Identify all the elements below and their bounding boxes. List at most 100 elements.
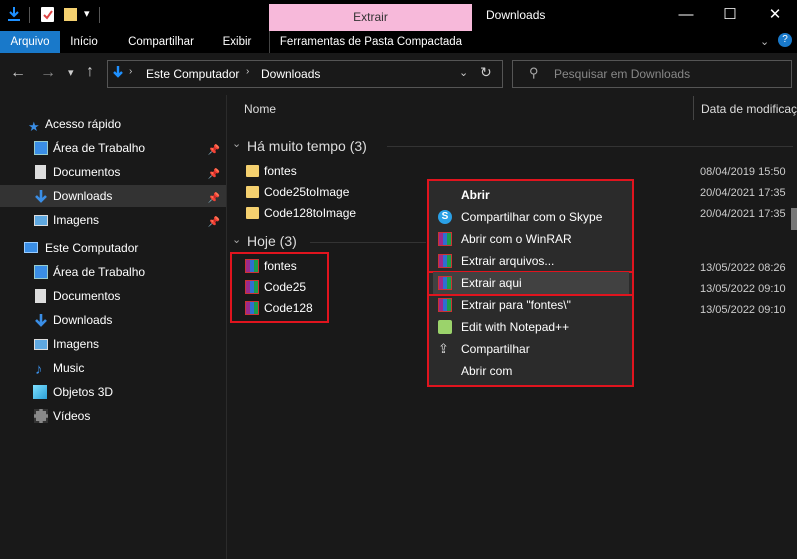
winrar-icon [438,276,452,290]
file-name: Code128 [264,301,313,315]
menu-item-share-skype[interactable]: S Compartilhar com o Skype [433,206,629,228]
file-date: 08/04/2019 15:50 [700,166,786,178]
menu-item-share[interactable]: ⇪ Compartilhar [433,338,629,360]
list-item[interactable]: fontes [245,256,325,277]
list-item[interactable]: Code25toImage [246,182,426,203]
sidebar-item-label: Vídeos [53,409,91,423]
pin-icon[interactable]: 📌 [208,212,220,234]
tab-arquivo[interactable]: Arquivo [0,31,60,53]
sidebar-item-pictures[interactable]: Imagens 📌 [0,209,226,231]
file-date: 13/05/2022 09:10 [700,304,786,316]
column-header-date[interactable]: Data de modificaç [701,102,797,116]
group-header-today[interactable]: Hoje (3) [247,233,297,249]
sidebar-pc-pictures[interactable]: Imagens [0,333,226,355]
folder-icon [246,207,259,219]
scrollbar-thumb[interactable] [791,208,797,230]
refresh-icon[interactable]: ↻ [480,64,492,81]
sidebar-item-desktop[interactable]: Área de Trabalho 📌 [0,137,226,159]
file-date: 20/04/2021 17:35 [700,208,786,220]
sidebar-pc-3d-objects[interactable]: Objetos 3D [0,381,226,403]
column-header-name[interactable]: Nome [244,102,276,116]
quick-access-dropdown-icon[interactable]: ▾ [84,7,90,20]
menu-item-notepad-plus-plus[interactable]: Edit with Notepad++ [433,316,629,338]
sidebar-pc-desktop[interactable]: Área de Trabalho [0,261,226,283]
list-item[interactable]: Code128 [245,298,325,319]
breadcrumb-downloads[interactable]: Downloads [261,67,320,81]
music-icon: ♪ [35,361,43,378]
sidebar-item-label: Documentos [53,289,121,303]
sidebar-quick-access[interactable]: ★ Acesso rápido [0,113,226,135]
ribbon-expand-icon[interactable]: ⌄ [760,35,769,48]
tab-ferramentas-pasta-compactada[interactable]: Ferramentas de Pasta Compactada [270,31,472,53]
menu-item-label: Abrir com o WinRAR [461,232,572,246]
video-icon [34,409,48,423]
forward-icon[interactable]: → [40,64,56,82]
share-icon: ⇪ [438,341,449,356]
menu-item-extract-to-folder[interactable]: Extrair para "fontes\" [433,294,629,316]
menu-item-open-winrar[interactable]: Abrir com o WinRAR [433,228,629,250]
pane-divider[interactable] [226,95,227,559]
download-icon[interactable] [8,7,20,21]
minimize-icon[interactable]: — [676,6,696,24]
group-collapse-icon[interactable]: ⌄ [232,233,241,246]
menu-item-label: Extrair arquivos... [461,254,555,268]
close-icon[interactable]: ✕ [765,6,785,24]
address-dropdown-icon[interactable]: ⌄ [459,66,468,79]
group-collapse-icon[interactable]: ⌄ [232,137,241,150]
sidebar-this-pc[interactable]: Este Computador [0,237,226,259]
menu-item-extract-files[interactable]: Extrair arquivos... [433,250,629,272]
breadcrumb-este-computador[interactable]: Este Computador [146,67,239,81]
recent-locations-icon[interactable]: ▾ [68,66,74,79]
back-icon[interactable]: ← [10,64,26,82]
sidebar-pc-downloads[interactable]: Downloads [0,309,226,331]
list-item[interactable]: fontes [246,161,426,182]
pin-icon[interactable]: 📌 [208,140,220,162]
sidebar-item-label: Objetos 3D [53,385,114,399]
tab-compartilhar[interactable]: Compartilhar [118,31,204,53]
file-name: Code25toImage [264,185,350,199]
sidebar-pc-music[interactable]: ♪ Music [0,357,226,379]
list-item[interactable]: Code128toImage [246,203,426,224]
list-item[interactable]: Code25 [245,277,325,298]
up-icon[interactable]: ↑ [86,63,94,81]
group-header-old[interactable]: Há muito tempo (3) [247,138,367,154]
sidebar-item-downloads[interactable]: Downloads 📌 [0,185,226,207]
menu-item-label: Abrir com [461,364,513,378]
sidebar-item-documents[interactable]: Documentos 📌 [0,161,226,183]
pictures-icon [34,339,48,350]
column-separator[interactable] [693,96,694,120]
contextual-tab-extrair[interactable]: Extrair [269,4,472,31]
new-folder-icon[interactable] [64,8,77,21]
breadcrumb-chevron-icon[interactable]: › [246,66,249,77]
menu-item-label: Edit with Notepad++ [461,320,570,334]
menu-item-extract-here[interactable]: Extrair aqui [433,272,629,294]
menu-item-open-with[interactable]: Abrir com [433,360,629,382]
file-name: fontes [264,164,297,178]
search-icon: ⚲ [529,65,539,80]
notepad-plus-plus-icon [438,320,452,334]
pin-icon[interactable]: 📌 [208,188,220,210]
sidebar-item-label: Acesso rápido [45,117,122,131]
file-name: fontes [264,259,297,273]
tab-inicio[interactable]: Início [62,31,106,53]
sidebar-item-label: Área de Trabalho [53,265,146,279]
sidebar-pc-videos[interactable]: Vídeos [0,405,226,427]
file-date: 13/05/2022 08:26 [700,262,786,274]
menu-item-abrir[interactable]: Abrir [433,184,629,206]
maximize-icon[interactable]: ☐ [720,6,740,24]
document-icon [35,289,46,303]
help-icon[interactable]: ? [778,33,792,47]
menu-item-label: Extrair para "fontes\" [461,298,571,312]
document-icon [35,165,46,179]
file-date: 13/05/2022 09:10 [700,283,786,295]
winrar-archive-icon [245,301,259,315]
breadcrumb-chevron-icon[interactable]: › [129,66,132,77]
menu-item-label: Compartilhar com o Skype [461,210,603,224]
sidebar-pc-documents[interactable]: Documentos [0,285,226,307]
star-icon: ★ [28,119,40,134]
pin-icon[interactable]: 📌 [208,164,220,186]
menu-item-label: Compartilhar [461,342,530,356]
computer-icon [24,242,38,253]
properties-icon[interactable] [41,7,54,22]
tab-exibir[interactable]: Exibir [216,31,258,53]
